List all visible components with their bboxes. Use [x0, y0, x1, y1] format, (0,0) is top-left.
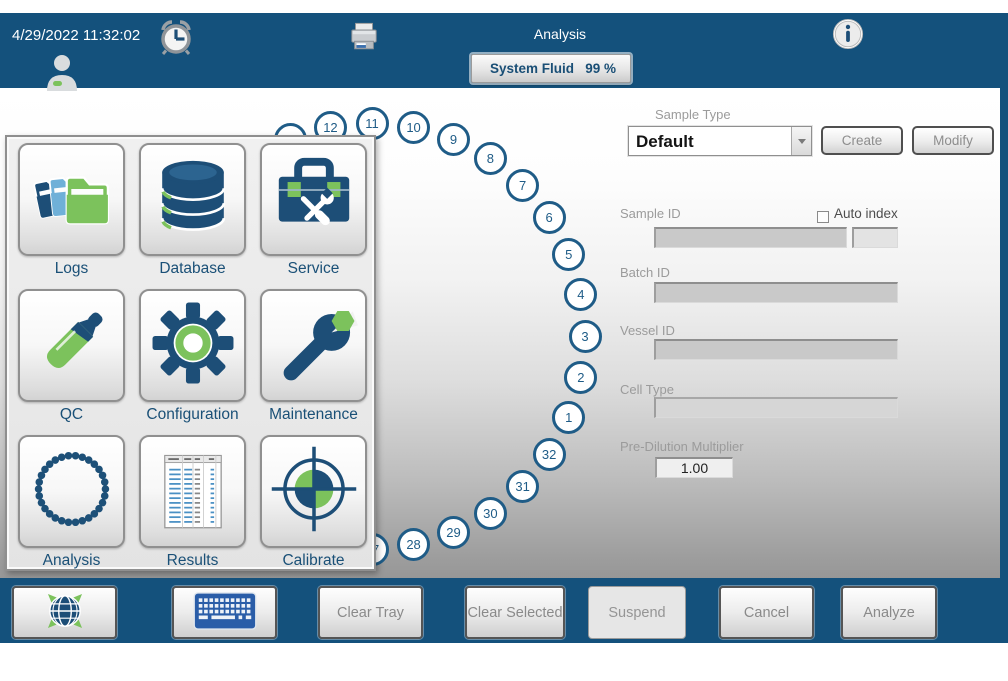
tray-position-9[interactable]: 9	[437, 123, 470, 156]
sample-type-value: Default	[629, 127, 791, 155]
tray-position-8[interactable]: 8	[474, 142, 507, 175]
toolbox-icon	[270, 153, 358, 246]
tray-position-7[interactable]: 7	[506, 169, 539, 202]
menu-tile-label: QC	[18, 406, 125, 424]
sample-type-dropdown[interactable]: Default	[628, 126, 812, 156]
menu-tile-label: Database	[139, 260, 246, 278]
gear-icon	[149, 299, 237, 392]
auto-index-label: Auto index	[834, 206, 898, 221]
menu-tile-label: Calibrate	[260, 552, 367, 570]
create-button[interactable]: Create	[821, 126, 903, 155]
datetime-label: 4/29/2022 11:32:02	[12, 27, 140, 44]
ampoule-icon	[28, 299, 116, 392]
menu-tile-analysis[interactable]	[18, 435, 125, 548]
menu-tile-logs[interactable]	[18, 143, 125, 256]
tray-position-30[interactable]: 30	[474, 497, 507, 530]
printer-icon[interactable]	[348, 21, 380, 54]
language-globe-button[interactable]	[12, 586, 117, 639]
clear-selected-button[interactable]: Clear Selected	[465, 586, 565, 639]
cell-type-field[interactable]	[654, 397, 898, 418]
system-fluid-label: System Fluid	[490, 61, 574, 76]
info-icon[interactable]	[832, 18, 864, 50]
database-icon	[149, 153, 237, 246]
page-title: Analysis	[460, 26, 660, 42]
tray-position-31[interactable]: 31	[506, 470, 539, 503]
sample-id-field[interactable]	[654, 227, 847, 248]
results-table-icon	[149, 445, 237, 538]
menu-tile-label: Analysis	[18, 552, 125, 570]
analysis-screen: 1234567891011121314151617181920212223242…	[0, 0, 1008, 681]
analyze-button[interactable]: Analyze	[841, 586, 937, 639]
tray-position-6[interactable]: 6	[533, 201, 566, 234]
menu-tile-label: Service	[260, 260, 367, 278]
auto-index-checkbox[interactable]	[817, 211, 829, 223]
modify-button[interactable]: Modify	[912, 126, 994, 155]
system-fluid-indicator[interactable]: System Fluid 99 %	[471, 54, 631, 83]
menu-tile-calibrate[interactable]	[260, 435, 367, 548]
user-icon[interactable]	[44, 53, 80, 91]
system-fluid-value: 99 %	[585, 61, 616, 76]
wrench-icon	[270, 299, 358, 392]
tray-position-3[interactable]: 3	[569, 320, 602, 353]
menu-panel: Logs Database Service	[5, 135, 376, 571]
clear-tray-button[interactable]: Clear Tray	[318, 586, 423, 639]
menu-tile-maintenance[interactable]	[260, 289, 367, 402]
alarm-clock-icon[interactable]	[158, 19, 194, 57]
menu-tile-service[interactable]	[260, 143, 367, 256]
menu-tile-configuration[interactable]	[139, 289, 246, 402]
menu-tile-label: Maintenance	[260, 406, 367, 424]
menu-tile-label: Logs	[18, 260, 125, 278]
sample-id-label: Sample ID	[620, 206, 681, 221]
batch-id-label: Batch ID	[620, 265, 670, 280]
batch-id-field[interactable]	[654, 282, 898, 303]
tray-position-32[interactable]: 32	[533, 438, 566, 471]
chevron-down-icon	[798, 139, 806, 144]
cell-type-label: Cell Type	[620, 382, 674, 397]
keyboard-icon	[193, 592, 257, 634]
target-icon	[270, 445, 358, 538]
keyboard-button[interactable]	[172, 586, 277, 639]
sample-index-field[interactable]	[852, 227, 898, 248]
menu-tile-label: Configuration	[139, 406, 246, 424]
suspend-button[interactable]: Suspend	[588, 586, 686, 639]
right-edge-strip	[1000, 88, 1008, 643]
cancel-button[interactable]: Cancel	[719, 586, 814, 639]
globe-compass-icon	[35, 586, 95, 640]
dropdown-button[interactable]	[791, 127, 811, 155]
pre-dilution-label: Pre-Dilution Multiplier	[620, 439, 744, 454]
vessel-id-field[interactable]	[654, 339, 898, 360]
menu-tile-label: Results	[139, 552, 246, 570]
tray-position-10[interactable]: 10	[397, 111, 430, 144]
vessel-id-label: Vessel ID	[620, 323, 675, 338]
sample-type-label: Sample Type	[655, 107, 731, 122]
pre-dilution-field[interactable]: 1.00	[655, 457, 733, 478]
dotted-circle-icon	[28, 445, 116, 538]
top-bar: 4/29/2022 11:32:02 Analysis System Fluid…	[0, 13, 1008, 88]
menu-tile-database[interactable]	[139, 143, 246, 256]
bottom-bar: Clear Tray Clear Selected Suspend Cancel…	[0, 578, 1008, 643]
menu-tile-results[interactable]	[139, 435, 246, 548]
folders-icon	[28, 153, 116, 246]
menu-tile-qc[interactable]	[18, 289, 125, 402]
